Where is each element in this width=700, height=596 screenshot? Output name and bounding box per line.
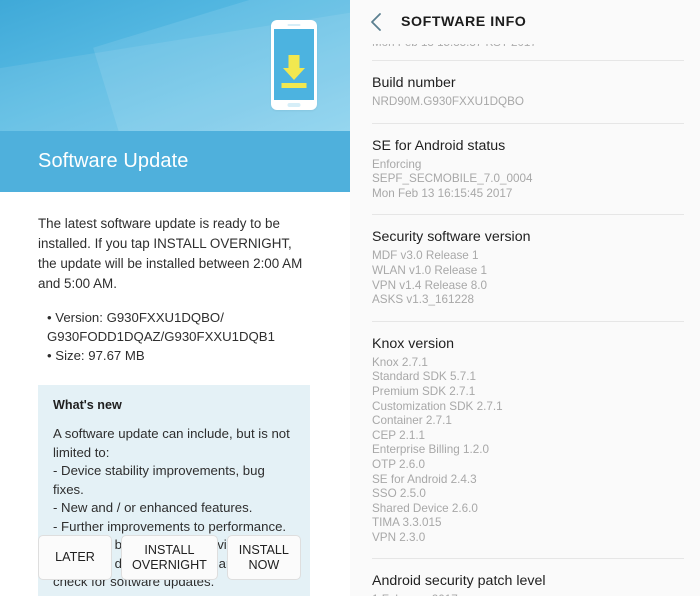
install-overnight-label-line1: INSTALL [144, 542, 195, 557]
phone-download-icon [271, 20, 317, 110]
info-item-build-number[interactable]: Build number NRD90M.G930FXXU1DQBO [350, 61, 700, 123]
page-title: Software Update [38, 150, 189, 172]
info-value: NRD90M.G930FXXU1DQBO [372, 95, 524, 108]
update-hero-banner [0, 0, 350, 131]
info-value: Knox 2.7.1 Standard SDK 5.7.1 Premium SD… [372, 355, 503, 544]
info-label: SE for Android status [372, 137, 506, 154]
later-button[interactable]: LATER [38, 535, 112, 580]
phone-speaker-icon [287, 24, 301, 26]
download-arrow-baseline [281, 83, 307, 88]
download-arrow-head [283, 68, 305, 80]
install-overnight-label-line2: OVERNIGHT [132, 557, 207, 572]
clipped-value-text: Mon Feb 13 15:33:37 KST 2017 [372, 44, 537, 49]
software-info-panel: SOFTWARE INFO Mon Feb 13 15:33:37 KST 20… [350, 0, 700, 596]
list-item: G930FODD1DQAZ/G930FXXU1DQB1 [47, 329, 275, 344]
info-label: Android security patch level [372, 573, 546, 590]
info-label: Knox version [372, 335, 455, 352]
phone-home-button-icon [287, 103, 301, 107]
info-item-security-software-version[interactable]: Security software version MDF v3.0 Relea… [350, 215, 700, 320]
update-description: The latest software update is ready to b… [38, 216, 303, 291]
install-now-label-line2: NOW [248, 557, 280, 572]
install-overnight-button[interactable]: INSTALL OVERNIGHT [121, 535, 218, 580]
back-chevron-icon[interactable] [365, 11, 387, 33]
install-now-label-line1: INSTALL [238, 542, 289, 557]
software-update-panel: Software Update The latest software upda… [0, 0, 350, 596]
update-details-list: • Version: G930FXXU1DQBO/ G930FODD1DQAZ/… [38, 308, 312, 365]
list-item: • Size: 97.67 MB [47, 348, 145, 363]
list-item: • Version: G930FXXU1DQBO/ [47, 310, 224, 325]
install-now-button[interactable]: INSTALL NOW [226, 535, 301, 580]
software-info-title: SOFTWARE INFO [401, 14, 527, 30]
software-info-header: SOFTWARE INFO [350, 0, 700, 44]
software-update-title-band: Software Update [0, 131, 350, 192]
screenshot-root: Software Update The latest software upda… [0, 0, 700, 596]
info-value: MDF v3.0 Release 1 WLAN v1.0 Release 1 V… [372, 249, 487, 307]
later-button-label: LATER [55, 550, 95, 564]
clipped-previous-value: Mon Feb 13 15:33:37 KST 2017 [350, 44, 700, 60]
info-label: Security software version [372, 229, 531, 246]
info-item-knox-version[interactable]: Knox version Knox 2.7.1 Standard SDK 5.7… [350, 322, 700, 559]
info-item-android-security-patch-level[interactable]: Android security patch level 1 February … [350, 559, 700, 596]
info-label: Build number [372, 75, 456, 91]
info-item-se-for-android-status[interactable]: SE for Android status Enforcing SEPF_SEC… [350, 124, 700, 215]
whats-new-title: What's new [53, 398, 122, 412]
update-action-buttons: LATER INSTALL OVERNIGHT INSTALL NOW [38, 535, 301, 580]
info-value: Enforcing SEPF_SECMOBILE_7.0_0004 Mon Fe… [372, 157, 533, 200]
phone-screen [274, 29, 314, 100]
